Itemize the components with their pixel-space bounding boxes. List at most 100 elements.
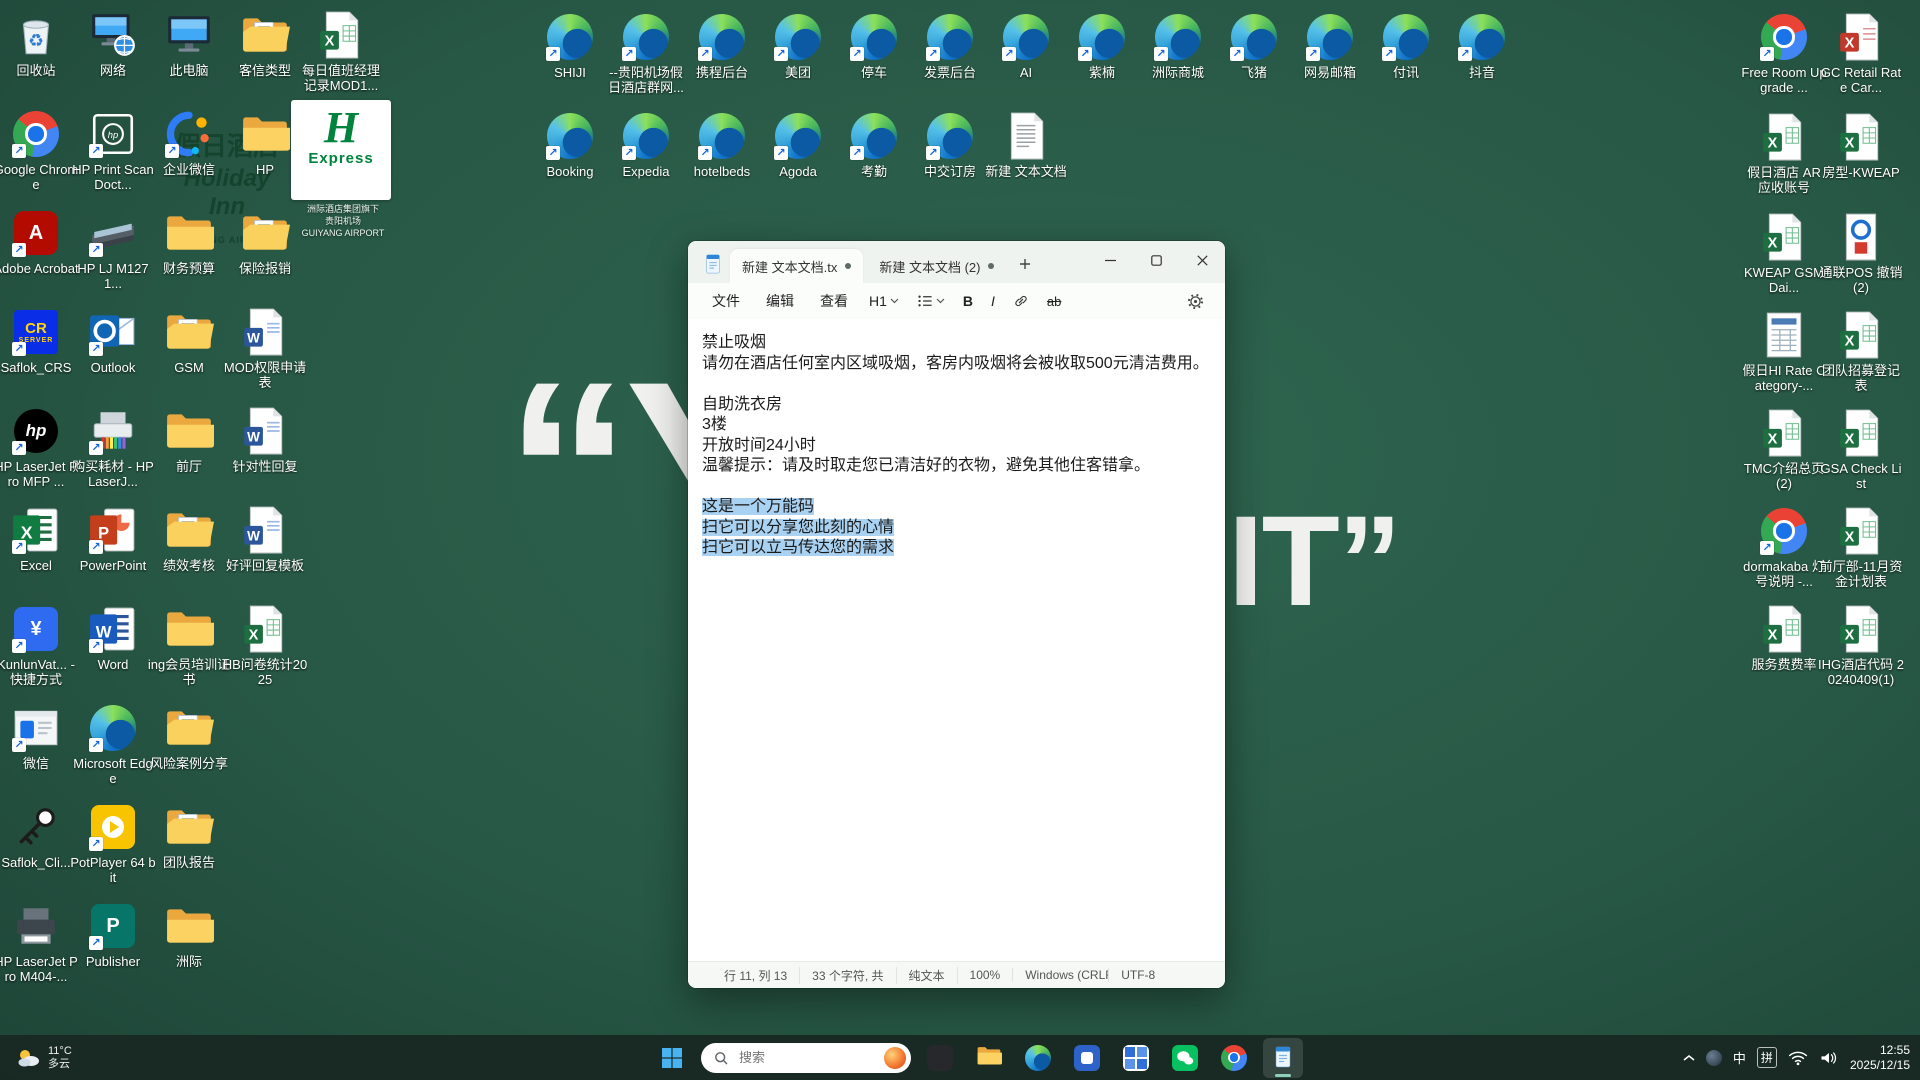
editor-textarea[interactable]: 禁止吸烟 请勿在酒店任何室内区域吸烟，客房内吸烟将会被收取500元清洁费用。 自助… bbox=[688, 319, 1225, 961]
ime-layout-indicator[interactable]: 拼 bbox=[1756, 1047, 1777, 1068]
menu-编辑[interactable]: 编辑 bbox=[756, 286, 804, 316]
bold-button[interactable]: B bbox=[956, 289, 980, 313]
desktop-icon[interactable]: 付讯 bbox=[1363, 12, 1449, 80]
desktop-icon[interactable]: Agoda bbox=[755, 111, 841, 179]
desktop-icon[interactable]: P Publisher bbox=[70, 901, 156, 969]
italic-button[interactable]: I bbox=[984, 289, 1002, 313]
desktop-icon[interactable]: 财务预算 bbox=[146, 208, 232, 276]
desktop-icon[interactable]: Saflok_Cli... bbox=[0, 802, 79, 870]
close-button[interactable] bbox=[1179, 241, 1225, 279]
desktop-icon[interactable]: 网络 bbox=[70, 10, 156, 78]
desktop-icon[interactable]: CRSERVER Saflok_CRS bbox=[0, 307, 79, 375]
list-dropdown[interactable] bbox=[910, 290, 952, 312]
desktop-icon[interactable]: Free Room Upgrade ... bbox=[1741, 12, 1827, 95]
tray-app-icon[interactable] bbox=[1705, 1049, 1722, 1066]
link-button[interactable] bbox=[1006, 289, 1036, 313]
desktop-icon[interactable]: 携程后台 bbox=[679, 12, 765, 80]
desktop-icon[interactable]: hp HP Print Scan Doct... bbox=[70, 109, 156, 192]
taskbar-search[interactable] bbox=[701, 1042, 911, 1073]
desktop-icon[interactable]: Microsoft Edge bbox=[70, 703, 156, 786]
desktop-icon[interactable]: 洲际 bbox=[146, 901, 232, 969]
desktop-icon[interactable]: P PowerPoint bbox=[70, 505, 156, 573]
desktop-icon[interactable]: 企业微信 bbox=[146, 109, 232, 177]
desktop-icon[interactable]: X KWEAP GSM Dai... bbox=[1741, 212, 1827, 295]
desktop-icon[interactable]: 风险案例分享 bbox=[146, 703, 232, 771]
desktop-icon[interactable]: W Word bbox=[70, 604, 156, 672]
desktop-icon[interactable]: ing会员培训证书 bbox=[146, 604, 232, 687]
taskbar-chrome-icon[interactable] bbox=[1214, 1038, 1254, 1078]
settings-button[interactable] bbox=[1180, 289, 1211, 314]
desktop-icon[interactable]: Expedia bbox=[603, 111, 689, 179]
desktop-icon[interactable]: X 前厅部-11月资金计划表 bbox=[1818, 506, 1904, 589]
taskbar-pinned-app-blue-icon[interactable] bbox=[1067, 1038, 1107, 1078]
desktop-icon[interactable]: hpHP LaserJet Pro MFP ... bbox=[0, 406, 79, 489]
desktop-icon[interactable]: W 好评回复模板 bbox=[222, 505, 308, 573]
desktop-icon[interactable]: 前厅 bbox=[146, 406, 232, 474]
desktop-icon[interactable]: HP bbox=[222, 109, 308, 177]
desktop-icon[interactable]: X TMC介绍总页(2) bbox=[1741, 408, 1827, 491]
desktop-icon[interactable]: 抖音 bbox=[1439, 12, 1525, 80]
desktop-icon[interactable]: dormakaba 灯号说明 -... bbox=[1741, 506, 1827, 589]
desktop-icon[interactable]: 飞猪 bbox=[1211, 12, 1297, 80]
desktop-icon[interactable]: X HB问卷统计2025 bbox=[222, 604, 308, 687]
search-input[interactable] bbox=[737, 1049, 876, 1066]
desktop-icon[interactable]: 紫楠 bbox=[1059, 12, 1145, 80]
ime-language-indicator[interactable]: 中 bbox=[1733, 1048, 1746, 1067]
desktop-icon[interactable]: X 房型-KWEAP bbox=[1818, 112, 1904, 180]
taskbar-weather-widget[interactable]: 11°C 多云 bbox=[8, 1035, 80, 1080]
desktop-icon[interactable]: Booking bbox=[527, 111, 613, 179]
desktop-icon[interactable]: 此电脑 bbox=[146, 10, 232, 78]
desktop-icon[interactable]: HP LJ M1271... bbox=[70, 208, 156, 291]
network-icon[interactable] bbox=[1788, 1050, 1808, 1066]
desktop-icon[interactable]: A Adobe Acrobat bbox=[0, 208, 79, 276]
search-highlight-icon[interactable] bbox=[884, 1046, 906, 1069]
desktop-icon[interactable]: 停车 bbox=[831, 12, 917, 80]
desktop-icon[interactable]: GSM bbox=[146, 307, 232, 375]
desktop-icon[interactable]: --贵阳机场假日酒店群网... bbox=[603, 12, 689, 95]
desktop-icon[interactable]: 洲际商城 bbox=[1135, 12, 1221, 80]
clear-formatting-button[interactable]: ab bbox=[1040, 290, 1068, 313]
desktop-icon[interactable]: hotelbeds bbox=[679, 111, 765, 179]
desktop-icon[interactable]: 购买耗材 - HP LaserJ... bbox=[70, 406, 156, 489]
new-tab-button[interactable] bbox=[1010, 249, 1040, 279]
desktop-icon[interactable]: 假日HI Rate Category-... bbox=[1741, 310, 1827, 393]
menu-文件[interactable]: 文件 bbox=[702, 286, 750, 316]
taskbar-wechat-icon[interactable] bbox=[1165, 1038, 1205, 1078]
taskbar-pinned-app-grid-icon[interactable] bbox=[1116, 1038, 1156, 1078]
desktop-icon[interactable]: W 针对性回复 bbox=[222, 406, 308, 474]
taskbar-edge-icon[interactable] bbox=[1018, 1038, 1058, 1078]
desktop-icon[interactable]: X GC Retail Rate Car... bbox=[1818, 12, 1904, 95]
desktop-icon[interactable]: 绩效考核 bbox=[146, 505, 232, 573]
desktop-icon[interactable]: HP LaserJet Pro M404-... bbox=[0, 901, 79, 984]
taskbar-pinned-app-dark-icon[interactable] bbox=[920, 1038, 960, 1078]
menu-查看[interactable]: 查看 bbox=[810, 286, 858, 316]
taskbar-notepad-icon[interactable] bbox=[1263, 1037, 1303, 1078]
desktop-icon[interactable]: PotPlayer 64 bit bbox=[70, 802, 156, 885]
desktop-icon[interactable]: X 服务费费率 bbox=[1741, 604, 1827, 672]
desktop-icon[interactable]: 美团 bbox=[755, 12, 841, 80]
taskbar-clock[interactable]: 12:55 2025/12/15 bbox=[1850, 1043, 1910, 1073]
desktop-icon[interactable]: X GSA Check List bbox=[1818, 408, 1904, 491]
desktop-icon[interactable]: 中交订房 bbox=[907, 111, 993, 179]
desktop-icon[interactable]: 通联POS 撤销(2) bbox=[1818, 212, 1904, 295]
desktop-icon[interactable]: 保险报销 bbox=[222, 208, 308, 276]
desktop-icon[interactable]: X 假日酒店 AR 应收账号 bbox=[1741, 112, 1827, 195]
tab-active[interactable]: 新建 文本文档.tx bbox=[730, 249, 864, 283]
desktop-icon[interactable]: 微信 bbox=[0, 703, 79, 771]
desktop-icon[interactable]: Google Chrome bbox=[0, 109, 79, 192]
desktop-icon[interactable]: SHIJI bbox=[527, 12, 613, 80]
desktop-icon[interactable]: ♻ 回收站 bbox=[0, 10, 79, 78]
volume-icon[interactable] bbox=[1819, 1050, 1839, 1066]
desktop-icon[interactable]: 发票后台 bbox=[907, 12, 993, 80]
desktop-icon[interactable]: X 每日值班经理记录MOD1... bbox=[298, 10, 384, 93]
desktop-icon[interactable]: ¥KunlunVat... - 快捷方式 bbox=[0, 604, 79, 687]
tab-inactive[interactable]: 新建 文本文档 (2) bbox=[867, 249, 1006, 283]
minimize-button[interactable] bbox=[1087, 241, 1133, 279]
desktop-icon[interactable]: W MOD权限申请表 bbox=[222, 307, 308, 390]
start-button[interactable] bbox=[652, 1038, 692, 1078]
desktop-icon[interactable]: AI bbox=[983, 12, 1069, 80]
desktop-icon[interactable]: X IHG酒店代码 20240409(1) bbox=[1818, 604, 1904, 687]
heading-dropdown[interactable]: H1 bbox=[862, 289, 906, 313]
desktop-icon[interactable]: 团队报告 bbox=[146, 802, 232, 870]
maximize-button[interactable] bbox=[1133, 241, 1179, 279]
